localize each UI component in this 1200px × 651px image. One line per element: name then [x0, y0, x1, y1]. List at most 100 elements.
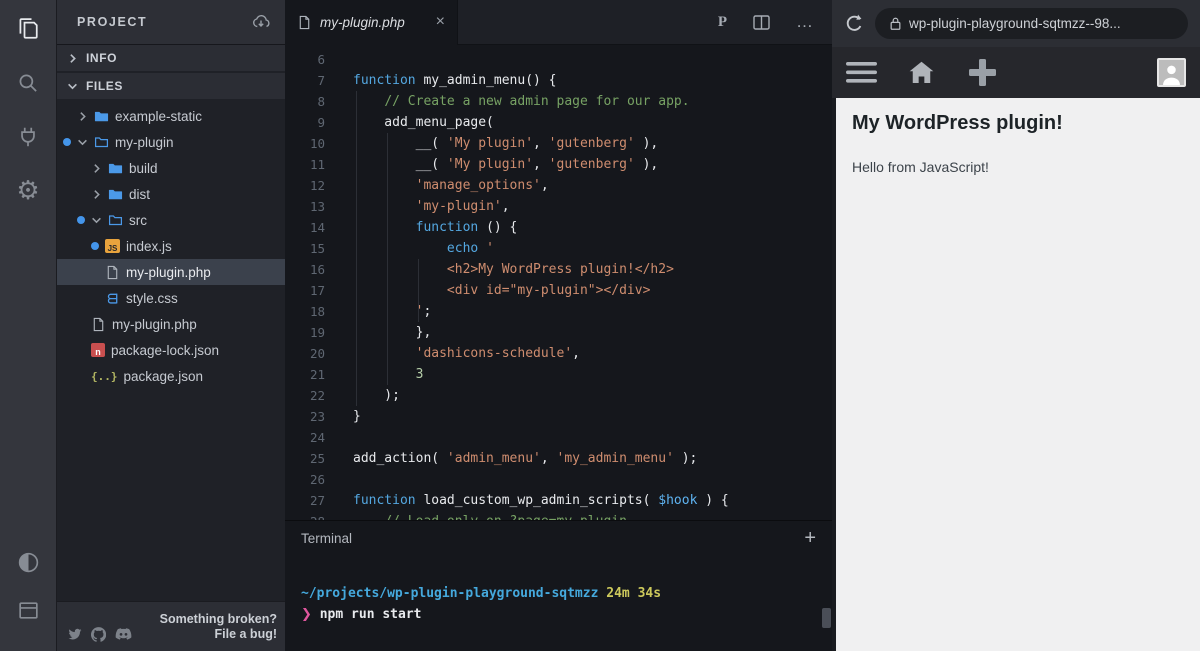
code-editor[interactable]: 67function my_admin_menu() {8 // Create …	[285, 45, 832, 520]
modified-dot-icon	[77, 216, 85, 224]
folder-open-icon	[94, 135, 109, 150]
code-line-7[interactable]: 7function my_admin_menu() {	[285, 70, 832, 91]
code-line-23[interactable]: 23}	[285, 406, 832, 427]
files-icon[interactable]	[11, 12, 45, 46]
code-line-26[interactable]: 26	[285, 469, 832, 490]
cloud-download-icon[interactable]	[251, 12, 271, 32]
bug-line2: File a bug!	[160, 627, 277, 642]
code-line-21[interactable]: 21 3	[285, 364, 832, 385]
code-line-28[interactable]: 28 // Load only on ?page=my-plugin	[285, 511, 832, 520]
settings-gear-icon[interactable]: ⚙	[11, 174, 45, 208]
code-line-27[interactable]: 27function load_custom_wp_admin_scripts(…	[285, 490, 832, 511]
lock-icon	[889, 16, 902, 31]
twitter-icon[interactable]	[67, 627, 82, 642]
code-line-25[interactable]: 25add_action( 'admin_menu', 'my_admin_me…	[285, 448, 832, 469]
code-line-19[interactable]: 19 },	[285, 322, 832, 343]
tree-item-package.json[interactable]: {..}package.json	[57, 363, 285, 389]
tree-item-build[interactable]: build	[57, 155, 285, 181]
code-line-9[interactable]: 9 add_menu_page(	[285, 112, 832, 133]
tree-item-src[interactable]: src	[57, 207, 285, 233]
code-line-12[interactable]: 12 'manage_options',	[285, 175, 832, 196]
code-line-24[interactable]: 24	[285, 427, 832, 448]
page-heading: My WordPress plugin!	[852, 112, 1182, 135]
prettier-icon[interactable]: P	[718, 14, 727, 31]
home-icon[interactable]	[907, 60, 936, 86]
tree-item-my-plugin[interactable]: my-plugin	[57, 129, 285, 155]
file-tree: example-static my-plugin builddistsrcJSind…	[57, 101, 285, 601]
section-files[interactable]: FILES	[57, 73, 285, 99]
line-number: 16	[285, 259, 325, 280]
terminal-panel: Terminal + ~/projects/wp-plugin-playgrou…	[285, 520, 832, 651]
discord-icon[interactable]	[115, 627, 132, 641]
terminal-line: ❯ npm run start	[301, 604, 832, 625]
browser-preview: wp-plugin-playground-sqtmzz--98...	[832, 0, 1200, 651]
more-actions-icon[interactable]: …	[796, 12, 814, 32]
line-number: 21	[285, 364, 325, 385]
folder-icon	[108, 187, 123, 202]
account-avatar-icon[interactable]	[1157, 58, 1186, 87]
activity-bar-bottom	[11, 545, 45, 651]
tree-item-my-plugin.php[interactable]: my-plugin.php	[57, 311, 285, 337]
section-info-label: INFO	[86, 51, 117, 65]
code-line-18[interactable]: 18 ';	[285, 301, 832, 322]
terminal-scrollbar[interactable]	[822, 608, 831, 628]
tab-my-plugin-php[interactable]: my-plugin.php ×	[285, 0, 458, 45]
plug-icon[interactable]	[11, 120, 45, 154]
panel-layout-icon[interactable]	[11, 593, 45, 627]
file-label: index.js	[126, 239, 172, 254]
tree-item-dist[interactable]: dist	[57, 181, 285, 207]
tree-item-my-plugin.php[interactable]: my-plugin.php	[57, 259, 285, 285]
line-number: 22	[285, 385, 325, 406]
chevron-right-icon	[91, 163, 102, 174]
file-label: my-plugin.php	[112, 317, 197, 332]
theme-contrast-icon[interactable]	[11, 545, 45, 579]
url-text: wp-plugin-playground-sqtmzz--98...	[909, 16, 1121, 31]
file-a-bug-link[interactable]: Something broken? File a bug!	[160, 612, 277, 642]
line-number: 28	[285, 511, 325, 520]
project-title: PROJECT	[77, 15, 147, 29]
file-label: style.css	[126, 291, 178, 306]
tree-item-style.css[interactable]: style.css	[57, 285, 285, 311]
line-number: 26	[285, 469, 325, 490]
line-number: 23	[285, 406, 325, 427]
code-line-20[interactable]: 20 'dashicons-schedule',	[285, 343, 832, 364]
new-terminal-icon[interactable]: +	[804, 528, 816, 548]
code-line-13[interactable]: 13 'my-plugin',	[285, 196, 832, 217]
line-number: 25	[285, 448, 325, 469]
terminal-header: Terminal +	[285, 521, 832, 555]
css-icon	[105, 291, 120, 306]
ide-window: ⚙ PROJECT	[0, 0, 1200, 651]
tree-item-package-lock.json[interactable]: npackage-lock.json	[57, 337, 285, 363]
line-number: 15	[285, 238, 325, 259]
search-icon[interactable]	[11, 66, 45, 100]
code-line-17[interactable]: 17 <div id="my-plugin"></div>	[285, 280, 832, 301]
menu-icon[interactable]	[846, 61, 877, 84]
sidebar-header: PROJECT	[57, 0, 285, 45]
github-icon[interactable]	[91, 627, 106, 642]
sidebar-footer: Something broken? File a bug!	[57, 601, 285, 651]
terminal-output[interactable]: ~/projects/wp-plugin-playground-sqtmzz 2…	[285, 555, 832, 651]
code-line-10[interactable]: 10 __( 'My plugin', 'gutenberg' ),	[285, 133, 832, 154]
file-label: my-plugin	[115, 135, 174, 150]
close-tab-icon[interactable]: ×	[436, 14, 445, 30]
indent-guide	[356, 91, 357, 406]
code-line-8[interactable]: 8 // Create a new admin page for our app…	[285, 91, 832, 112]
address-bar[interactable]: wp-plugin-playground-sqtmzz--98...	[875, 8, 1188, 39]
line-number: 14	[285, 217, 325, 238]
code-line-22[interactable]: 22 );	[285, 385, 832, 406]
section-info[interactable]: INFO	[57, 45, 285, 71]
browser-toolbar	[832, 47, 1200, 98]
npm-icon: n	[91, 343, 105, 357]
code-line-14[interactable]: 14 function () {	[285, 217, 832, 238]
code-line-11[interactable]: 11 __( 'My plugin', 'gutenberg' ),	[285, 154, 832, 175]
new-tab-icon[interactable]	[966, 56, 999, 89]
file-icon	[91, 317, 106, 332]
code-line-16[interactable]: 16 <h2>My WordPress plugin!</h2>	[285, 259, 832, 280]
line-number: 13	[285, 196, 325, 217]
tree-item-index.js[interactable]: JSindex.js	[57, 233, 285, 259]
split-editor-icon[interactable]	[753, 15, 770, 30]
code-line-6[interactable]: 6	[285, 49, 832, 70]
tree-item-example-static[interactable]: example-static	[57, 103, 285, 129]
reload-icon[interactable]	[844, 13, 865, 34]
code-line-15[interactable]: 15 echo '	[285, 238, 832, 259]
